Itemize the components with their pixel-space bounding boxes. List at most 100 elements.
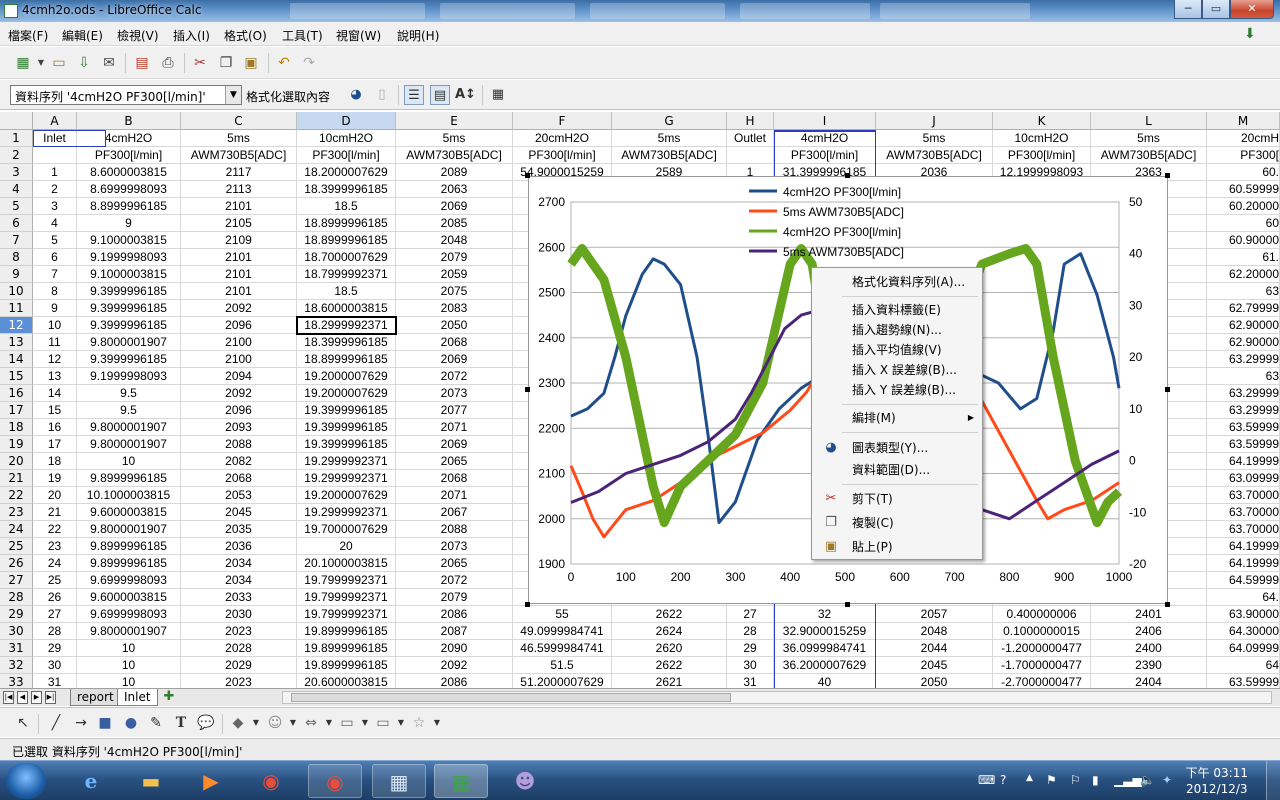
cell[interactable]: 2069 — [396, 351, 513, 368]
cell[interactable]: 2069 — [396, 198, 513, 215]
cell[interactable]: 29 — [727, 640, 774, 657]
cell[interactable]: 63.70000 — [1207, 487, 1280, 504]
sheet-tab-inlet[interactable]: Inlet — [117, 689, 158, 706]
cell[interactable]: 63 — [1207, 368, 1280, 385]
cell[interactable]: 63.59999 — [1207, 436, 1280, 453]
cell[interactable]: 64. — [1207, 589, 1280, 606]
dropbox-tray-icon[interactable]: ✦ — [1162, 773, 1172, 787]
cell[interactable]: AWM730B5[ADC] — [1091, 147, 1207, 164]
cell[interactable]: 9.8000001907 — [77, 623, 181, 640]
help-tray-icon[interactable]: ? — [1000, 773, 1006, 787]
menu-window[interactable]: 視窗(W) — [336, 27, 381, 44]
cell[interactable]: 2088 — [396, 521, 513, 538]
cell[interactable]: 2045 — [876, 657, 993, 674]
calculator-icon[interactable]: ▦ — [372, 764, 426, 798]
cell[interactable]: 26 — [33, 589, 77, 606]
cell[interactable]: 2092 — [181, 300, 297, 317]
cell[interactable]: 2068 — [396, 334, 513, 351]
cell[interactable]: 2063 — [396, 181, 513, 198]
cell[interactable]: 63.29999 — [1207, 351, 1280, 368]
cell[interactable]: 2068 — [181, 470, 297, 487]
cell[interactable]: 2053 — [181, 487, 297, 504]
row-header[interactable]: 9 — [0, 266, 33, 283]
cell[interactable]: 18.5 — [297, 283, 396, 300]
stars-icon[interactable]: ☆ — [410, 714, 428, 732]
cell[interactable]: 2083 — [396, 300, 513, 317]
cell[interactable]: 62.90000 — [1207, 317, 1280, 334]
chrome-icon[interactable]: ◉ — [244, 764, 298, 798]
cell[interactable]: 18.3999996185 — [297, 334, 396, 351]
keyboard-tray-icon[interactable]: ⌨ — [978, 773, 995, 787]
save-icon[interactable]: ⇩ — [75, 54, 93, 72]
horizontal-grid-icon[interactable]: ☰ — [404, 85, 424, 105]
cell[interactable]: 9.8000001907 — [77, 334, 181, 351]
cell[interactable]: 64 — [1207, 657, 1280, 674]
cell[interactable]: 2092 — [181, 385, 297, 402]
cell[interactable]: 55 — [513, 606, 612, 623]
cell[interactable]: 19.2000007629 — [297, 368, 396, 385]
cell[interactable]: 20 — [297, 538, 396, 555]
cell[interactable]: 63.70000 — [1207, 504, 1280, 521]
column-header-h[interactable]: H — [727, 112, 774, 130]
cell[interactable]: 21 — [33, 504, 77, 521]
sheet-tab-report[interactable]: report — [70, 689, 121, 706]
arrow-line-icon[interactable]: → — [72, 714, 90, 732]
column-header-d[interactable]: D — [297, 112, 396, 130]
cell[interactable]: 2622 — [612, 657, 727, 674]
menu-view[interactable]: 檢視(V) — [117, 27, 159, 44]
cell[interactable]: AWM730B5[ADC] — [612, 147, 727, 164]
cell[interactable]: 9.1999998093 — [77, 249, 181, 266]
flowchart-icon[interactable]: ▭ — [338, 714, 356, 732]
row-header[interactable]: 18 — [0, 419, 33, 436]
cell[interactable]: 9.8999996185 — [77, 555, 181, 572]
menu-item-insert-y-error-bars[interactable]: 插入 Y 誤差線(B)... — [812, 380, 982, 400]
row-header[interactable]: 8 — [0, 249, 33, 266]
row-header[interactable]: 21 — [0, 470, 33, 487]
cell[interactable]: 60. — [1207, 164, 1280, 181]
cell[interactable]: PF300[l/min] — [993, 147, 1091, 164]
chrome-window-icon[interactable]: ◉ — [308, 764, 362, 798]
cell[interactable]: 14 — [33, 385, 77, 402]
cell[interactable]: 8.6999998093 — [77, 181, 181, 198]
cell[interactable]: 49.0999984741 — [513, 623, 612, 640]
cell[interactable]: 64.19999 — [1207, 555, 1280, 572]
row-header[interactable]: 10 — [0, 283, 33, 300]
chevron-down-icon[interactable]: ▼ — [225, 86, 241, 104]
cell[interactable]: PF300[l/min] — [774, 147, 876, 164]
cell[interactable]: 5ms — [612, 130, 727, 147]
cell[interactable]: 19.8999996185 — [297, 640, 396, 657]
cell[interactable]: 2071 — [396, 487, 513, 504]
cell[interactable]: 8.6000003815 — [77, 164, 181, 181]
maximize-button[interactable]: ▭ — [1202, 0, 1230, 19]
cell[interactable]: 10.1000003815 — [77, 487, 181, 504]
cell[interactable]: 27 — [33, 606, 77, 623]
menu-item-arrangement[interactable]: 編排(M) ▶ — [812, 408, 982, 428]
cell[interactable]: 2620 — [612, 640, 727, 657]
cell[interactable]: 9.5 — [77, 385, 181, 402]
cell[interactable]: 2079 — [396, 589, 513, 606]
cell[interactable]: 5ms — [396, 130, 513, 147]
cell[interactable]: 0.400000006 — [993, 606, 1091, 623]
column-header-e[interactable]: E — [396, 112, 513, 130]
cell[interactable]: 62.20000 — [1207, 266, 1280, 283]
row-header[interactable]: 14 — [0, 351, 33, 368]
cell[interactable]: 19.2999992371 — [297, 504, 396, 521]
clock[interactable]: 下午 03:11 2012/12/3 — [1186, 765, 1248, 797]
cell[interactable]: 2094 — [181, 368, 297, 385]
menu-format[interactable]: 格式(O) — [224, 27, 267, 44]
cell[interactable]: -1.2000000477 — [993, 640, 1091, 657]
cell[interactable]: 63.29999 — [1207, 385, 1280, 402]
row-header[interactable]: 19 — [0, 436, 33, 453]
cell[interactable]: 36.2000007629 — [774, 657, 876, 674]
row-header[interactable]: 1 — [0, 130, 33, 147]
cell[interactable]: PF300[l/min] — [77, 147, 181, 164]
minimize-button[interactable]: ─ — [1174, 0, 1202, 19]
menu-item-cut[interactable]: ✂ 剪下(T) — [812, 489, 982, 509]
cell[interactable]: 2045 — [181, 504, 297, 521]
redo-icon[interactable]: ↷ — [300, 54, 318, 72]
callouts-icon[interactable]: ▭ — [374, 714, 392, 732]
undo-icon[interactable]: ↶ — [275, 54, 293, 72]
column-header-a[interactable]: A — [33, 112, 77, 130]
cell[interactable]: 29 — [33, 640, 77, 657]
cell[interactable]: 2622 — [612, 606, 727, 623]
